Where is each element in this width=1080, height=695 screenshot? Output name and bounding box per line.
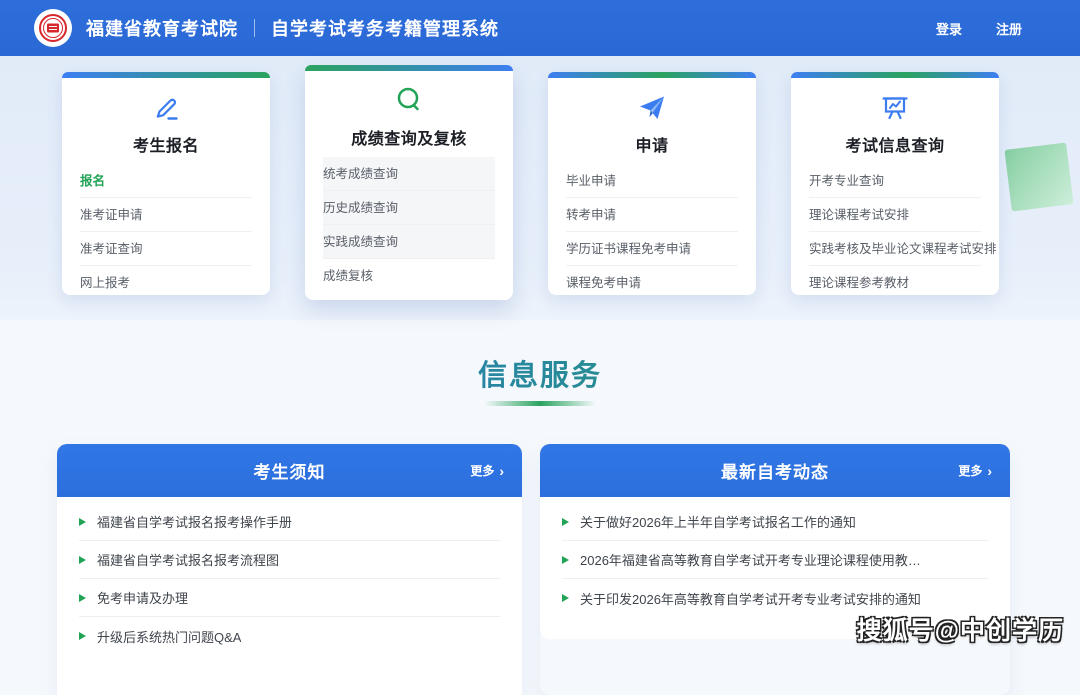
more-button[interactable]: 更多 › bbox=[958, 444, 992, 497]
news-title: 免考申请及办理 bbox=[97, 591, 189, 606]
chevron-right-icon: › bbox=[987, 462, 992, 479]
card-title: 考生报名 bbox=[132, 138, 199, 155]
triangle-bullet-icon bbox=[79, 555, 86, 564]
panel-header: 最新自考动态 更多 › bbox=[540, 444, 1010, 497]
card-title: 成绩查询及复核 bbox=[351, 131, 467, 148]
triangle-bullet-icon bbox=[562, 555, 569, 564]
more-label: 更多 bbox=[958, 464, 983, 478]
paper-plane-icon bbox=[548, 90, 756, 126]
card-item[interactable]: 学历证书课程免考申请 bbox=[566, 232, 738, 266]
news-title: 福建省自学考试报名报考操作手册 bbox=[97, 515, 293, 530]
card-item[interactable]: 实践成绩查询 bbox=[323, 225, 495, 259]
card-accent-bar bbox=[548, 72, 756, 78]
triangle-bullet-icon bbox=[79, 517, 86, 526]
chevron-right-icon: › bbox=[499, 462, 504, 479]
card-accent-bar bbox=[305, 65, 513, 71]
card-item[interactable]: 开考专业查询 bbox=[809, 164, 981, 198]
card-candidate-registration: 考生报名 报名 准考证申请 准考证查询 网上报考 bbox=[62, 72, 270, 295]
news-title: 关于印发2026年高等教育自学考试开考专业考试安排的通知 bbox=[580, 591, 921, 607]
card-item[interactable]: 理论课程考试安排 bbox=[809, 198, 981, 232]
card-accent-bar bbox=[62, 72, 270, 78]
card-item[interactable]: 成绩复核 bbox=[323, 259, 495, 293]
list-item[interactable]: 福建省自学考试报名报考操作手册 bbox=[79, 503, 500, 541]
triangle-bullet-icon bbox=[562, 517, 569, 526]
card-item[interactable]: 准考证查询 bbox=[80, 232, 252, 266]
system-name: 自学考试考务考籍管理系统 bbox=[271, 19, 499, 39]
card-item[interactable]: 网上报考 bbox=[80, 266, 252, 300]
card-title: 申请 bbox=[635, 138, 669, 155]
pencil-icon bbox=[62, 90, 270, 126]
section-underline bbox=[484, 401, 596, 406]
panel-candidate-notice: 考生须知 更多 › 福建省自学考试报名报考操作手册 福建省自学考试报名报考流程图 bbox=[57, 444, 522, 695]
panel-latest-news: 最新自考动态 更多 › 关于做好2026年上半年自学考试报名工作的通知 2026… bbox=[540, 444, 1010, 695]
more-button[interactable]: 更多 › bbox=[470, 444, 504, 497]
brand-divider bbox=[254, 19, 255, 37]
login-link[interactable]: 登录 bbox=[936, 19, 962, 38]
top-header: 福建省教育考试院 自学考试考务考籍管理系统 登录 注册 bbox=[0, 0, 1080, 56]
card-application: 申请 毕业申请 转考申请 学历证书课程免考申请 课程免考申请 bbox=[548, 72, 756, 295]
card-item[interactable]: 统考成绩查询 bbox=[323, 157, 495, 191]
seal-logo-icon bbox=[34, 9, 72, 47]
triangle-bullet-icon bbox=[79, 593, 86, 602]
card-item[interactable]: 转考申请 bbox=[566, 198, 738, 232]
card-score-query: 成绩查询及复核 统考成绩查询 历史成绩查询 实践成绩查询 成绩复核 bbox=[305, 65, 513, 300]
register-link[interactable]: 注册 bbox=[996, 19, 1022, 38]
list-item[interactable]: 免考申请及办理 bbox=[79, 579, 500, 617]
brand: 福建省教育考试院 自学考试考务考籍管理系统 bbox=[86, 15, 499, 41]
list-item[interactable]: 2026年福建省高等教育自学考试开考专业理论课程使用教… bbox=[562, 541, 988, 579]
card-item[interactable]: 实践考核及毕业论文课程考试安排 bbox=[809, 232, 997, 266]
card-item[interactable]: 课程免考申请 bbox=[566, 266, 738, 300]
presentation-chart-icon bbox=[791, 90, 999, 126]
org-name: 福建省教育考试院 bbox=[86, 19, 238, 39]
list-item[interactable]: 福建省自学考试报名报考流程图 bbox=[79, 541, 500, 579]
card-item[interactable]: 报名 bbox=[80, 164, 252, 198]
panel-title: 最新自考动态 bbox=[721, 463, 829, 482]
more-label: 更多 bbox=[470, 464, 495, 478]
news-title: 关于做好2026年上半年自学考试报名工作的通知 bbox=[580, 515, 856, 530]
card-title: 考试信息查询 bbox=[845, 138, 945, 155]
news-title: 福建省自学考试报名报考流程图 bbox=[97, 553, 280, 568]
news-title: 升级后系统热门问题Q&A bbox=[97, 629, 242, 645]
section-title: 信息服务 bbox=[0, 352, 1080, 394]
card-item[interactable]: 准考证申请 bbox=[80, 198, 252, 232]
list-item[interactable]: 升级后系统热门问题Q&A bbox=[79, 617, 500, 655]
watermark: 搜狐号@中创学历 bbox=[856, 617, 1064, 645]
card-accent-bar bbox=[791, 72, 999, 78]
triangle-bullet-icon bbox=[562, 594, 569, 602]
card-item[interactable]: 毕业申请 bbox=[566, 164, 738, 198]
triangle-bullet-icon bbox=[79, 632, 86, 640]
panel-title: 考生须知 bbox=[253, 463, 326, 482]
news-title: 2026年福建省高等教育自学考试开考专业理论课程使用教… bbox=[580, 553, 921, 568]
list-item[interactable]: 关于做好2026年上半年自学考试报名工作的通知 bbox=[562, 503, 988, 541]
search-icon bbox=[305, 83, 513, 119]
card-item[interactable]: 历史成绩查询 bbox=[323, 191, 495, 225]
panel-header: 考生须知 更多 › bbox=[57, 444, 522, 497]
service-cards-area: 考生报名 报名 准考证申请 准考证查询 网上报考 成绩查询及复核 统考成绩查询 … bbox=[0, 56, 1080, 320]
card-exam-info: 考试信息查询 开考专业查询 理论课程考试安排 实践考核及毕业论文课程考试安排 理… bbox=[791, 72, 999, 295]
card-item[interactable]: 理论课程参考教材 bbox=[809, 266, 981, 300]
